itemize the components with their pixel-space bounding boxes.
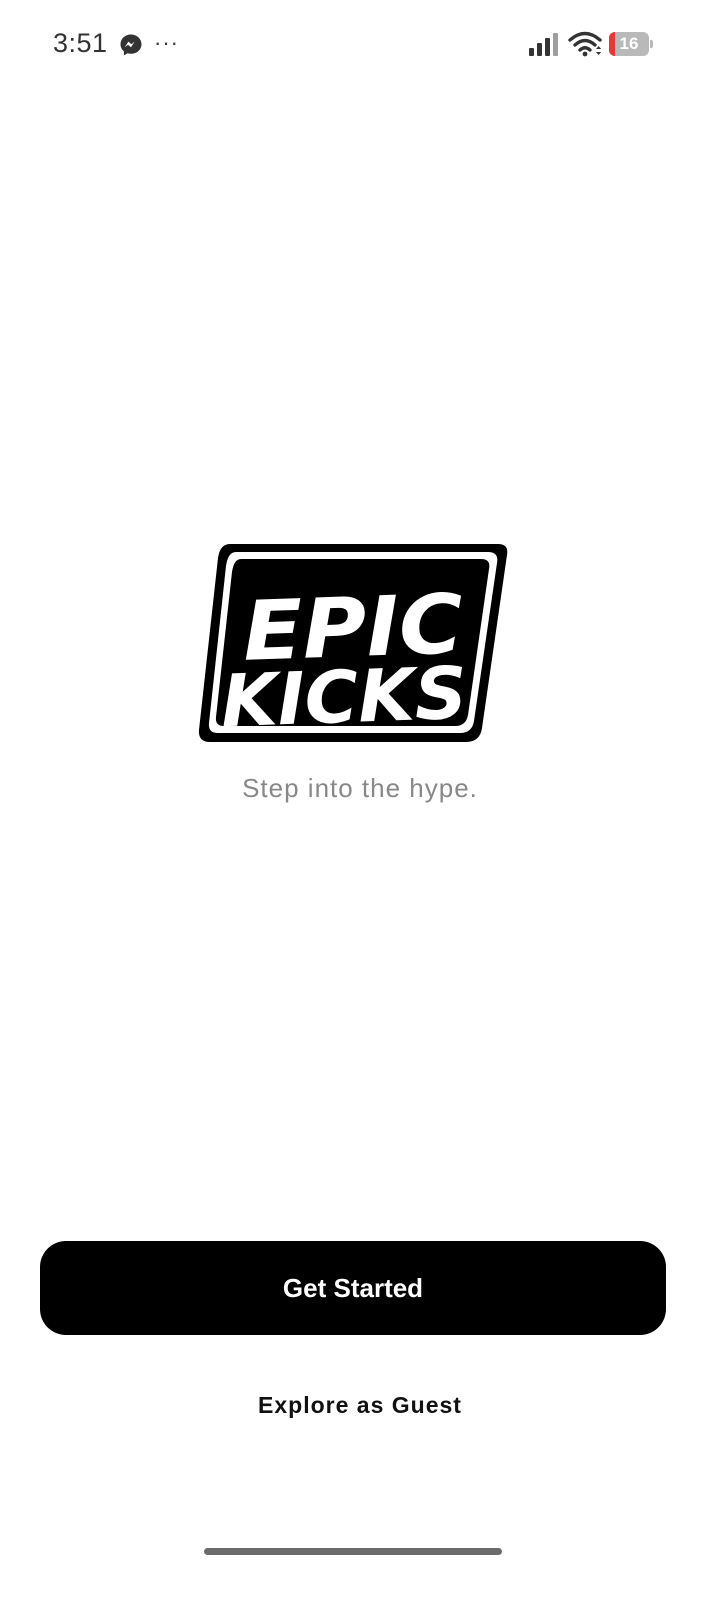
epic-kicks-logo: EPIC KICKS xyxy=(198,544,508,744)
battery-level: 16 xyxy=(619,34,639,53)
status-bar: 3:51 ··· 16 xyxy=(0,0,720,92)
more-icon: ··· xyxy=(154,30,179,55)
home-indicator[interactable] xyxy=(204,1548,502,1555)
get-started-button[interactable]: Get Started xyxy=(40,1241,666,1335)
tagline: Step into the hype. xyxy=(242,773,478,803)
explore-as-guest-link[interactable]: Explore as Guest xyxy=(0,1392,720,1419)
status-time: 3:51 xyxy=(53,28,108,58)
signal-icon xyxy=(529,33,558,56)
battery-icon: 16 xyxy=(609,32,653,56)
wifi-icon xyxy=(568,31,602,57)
logo-line2: KICKS xyxy=(220,651,469,744)
messenger-icon xyxy=(120,34,142,56)
